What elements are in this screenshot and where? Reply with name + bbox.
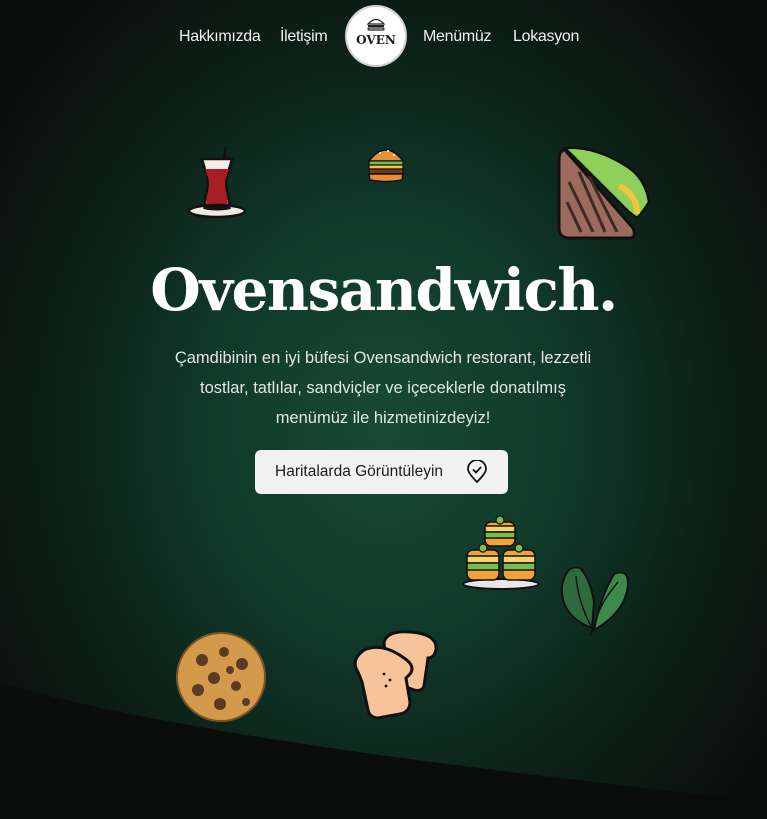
bread-slices-icon xyxy=(353,630,438,720)
top-nav: Hakkımızda İletişim OVEN Menümüz Lokasyo… xyxy=(0,0,767,72)
nav-link-location[interactable]: Lokasyon xyxy=(513,28,579,46)
hero-description: Çamdibinin en iyi büfesi Ovensandwich re… xyxy=(174,349,592,427)
baklava-icon xyxy=(462,515,540,590)
logo-burger-icon xyxy=(366,18,386,31)
hero-title: Ovensandwich. xyxy=(150,256,618,324)
logo-text: OVEN xyxy=(356,33,396,47)
turkish-tea-icon xyxy=(187,146,247,219)
burger-icon xyxy=(367,149,405,183)
nav-link-about[interactable]: Hakkımızda xyxy=(179,28,261,46)
nav-link-contact[interactable]: İletişim xyxy=(280,28,328,46)
logo[interactable]: OVEN xyxy=(345,5,407,67)
cookie-icon xyxy=(176,632,266,722)
map-pin-check-icon xyxy=(467,460,487,484)
view-on-maps-label: Haritalarda Görüntüleyin xyxy=(275,463,444,480)
view-on-maps-button[interactable]: Haritalarda Görüntüleyin xyxy=(255,450,508,494)
nav-link-menu[interactable]: Menümüz xyxy=(423,28,491,46)
spinach-leaf-icon xyxy=(560,566,630,637)
sandwich-icon xyxy=(557,146,651,240)
